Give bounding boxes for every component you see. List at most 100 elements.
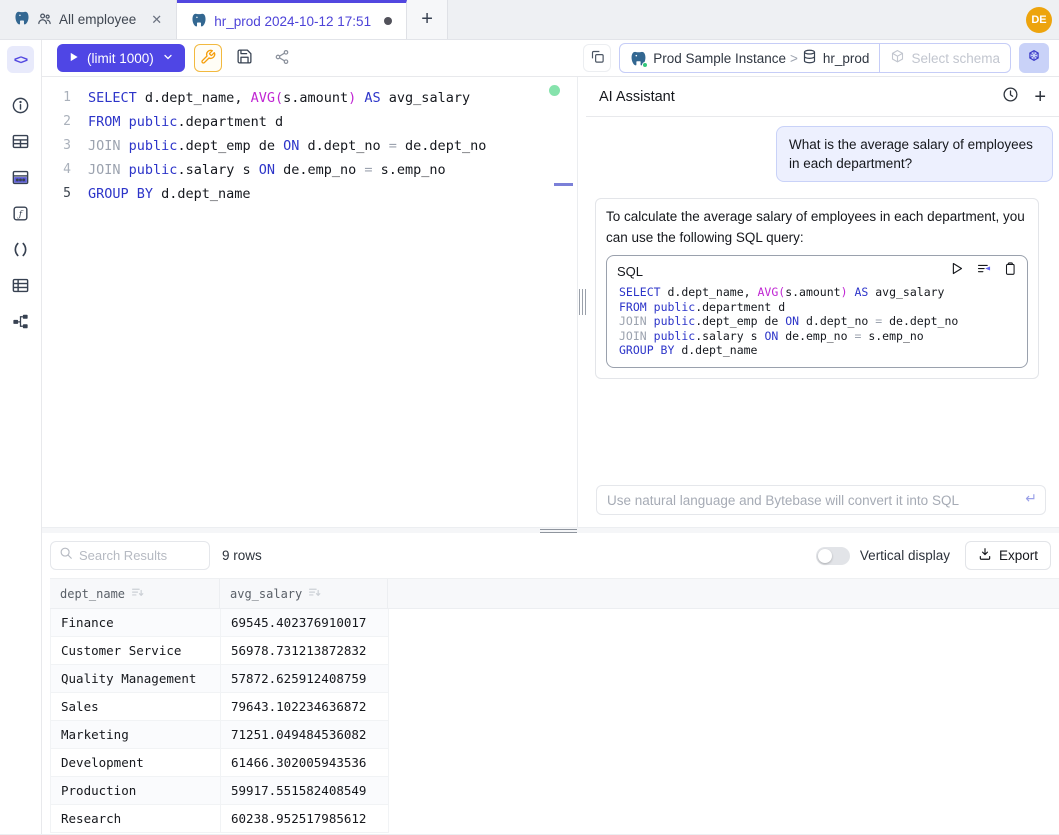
results-controls: 9 rows Vertical display Export: [42, 533, 1059, 578]
batch-query-button[interactable]: [583, 44, 611, 72]
ai-assistant-header: AI Assistant +: [586, 77, 1059, 117]
horizontal-splitter[interactable]: [42, 527, 1059, 533]
sql-editor-nav-button[interactable]: <>: [7, 46, 34, 73]
tab-hr-prod[interactable]: hr_prod 2024-10-12 17:51: [177, 0, 407, 39]
vertical-display-label: Vertical display: [860, 548, 950, 563]
new-tab-button[interactable]: +: [407, 0, 448, 39]
instance-selector[interactable]: Prod Sample Instance > hr_prod: [620, 44, 879, 72]
avg-salary-cell[interactable]: 60238.952517985612: [221, 805, 389, 832]
sample-data-icon[interactable]: [8, 164, 34, 190]
table-row[interactable]: Customer Service56978.731213872832: [51, 637, 389, 665]
save-button[interactable]: [231, 44, 259, 72]
dept-name-cell[interactable]: Research: [51, 805, 221, 832]
export-button[interactable]: Export: [965, 541, 1051, 570]
user-message: What is the average salary of employees …: [776, 126, 1053, 182]
column-header[interactable]: dept_name: [50, 579, 220, 608]
avg-salary-cell[interactable]: 57872.625912408759: [221, 665, 389, 692]
scrollbar-marker: [554, 183, 573, 186]
enter-key-icon[interactable]: ↵: [1025, 490, 1037, 507]
schema-selector[interactable]: Select schema: [880, 44, 1010, 72]
sql-editor[interactable]: 1SELECT d.dept_name, AVG(s.amount) AS av…: [42, 77, 577, 527]
tab-all-employee[interactable]: All employee ✕: [0, 0, 177, 39]
chevron-down-icon: [162, 51, 174, 66]
postgres-icon: [191, 12, 207, 31]
functions-icon[interactable]: ƒ: [8, 200, 34, 226]
table-row[interactable]: Production59917.551582408549: [51, 777, 389, 805]
copy-icon[interactable]: [1003, 261, 1017, 282]
history-clock-icon[interactable]: [1002, 86, 1019, 108]
new-chat-icon[interactable]: +: [1034, 87, 1046, 107]
results-table: dept_nameavg_salary Finance69545.4023769…: [42, 578, 1059, 834]
row-count: 9 rows: [222, 548, 262, 563]
code-line: 1SELECT d.dept_name, AVG(s.amount) AS av…: [42, 86, 577, 110]
plus-icon: +: [421, 8, 433, 31]
insert-into-editor-icon[interactable]: [975, 261, 992, 282]
export-label: Export: [999, 548, 1038, 563]
avg-salary-cell[interactable]: 61466.302005943536: [221, 749, 389, 776]
code-line: GROUP BY d.dept_name: [619, 343, 1017, 358]
avg-salary-cell[interactable]: 79643.102234636872: [221, 693, 389, 720]
sort-icon[interactable]: [308, 586, 321, 602]
postgres-icon: [14, 10, 30, 29]
unsaved-dot: [384, 17, 392, 25]
tables-icon[interactable]: [8, 128, 34, 154]
code-line: 3JOIN public.dept_emp de ON d.dept_no = …: [42, 134, 577, 158]
share-button[interactable]: [268, 44, 296, 72]
avg-salary-cell[interactable]: 59917.551582408549: [221, 777, 389, 804]
download-icon: [978, 547, 992, 564]
avg-salary-cell[interactable]: 56978.731213872832: [221, 637, 389, 664]
dept-name-cell[interactable]: Development: [51, 749, 221, 776]
dept-name-cell[interactable]: Quality Management: [51, 665, 221, 692]
connection-status-dot: [549, 85, 560, 96]
dept-name-cell[interactable]: Finance: [51, 609, 221, 636]
splitter-handle-icon: [579, 289, 586, 315]
splitter-handle-icon: [540, 529, 577, 533]
results-search-box[interactable]: [50, 541, 210, 570]
code-line: FROM public.department d: [619, 300, 1017, 315]
code-line: 2FROM public.department d: [42, 110, 577, 134]
code-line: 4JOIN public.salary s ON de.emp_no = s.e…: [42, 158, 577, 182]
dept-name-cell[interactable]: Sales: [51, 693, 221, 720]
schema-placeholder: Select schema: [911, 51, 1000, 66]
svg-text:ƒ: ƒ: [17, 209, 24, 219]
group-icon: [37, 11, 52, 29]
ai-prompt-input[interactable]: [596, 485, 1046, 515]
dept-name-cell[interactable]: Customer Service: [51, 637, 221, 664]
close-icon[interactable]: ✕: [151, 12, 162, 28]
assistant-message: To calculate the average salary of emplo…: [595, 198, 1039, 378]
sort-icon[interactable]: [131, 586, 144, 602]
postgres-icon: [630, 50, 647, 67]
table-row[interactable]: Marketing71251.049484536082: [51, 721, 389, 749]
info-icon[interactable]: [8, 92, 34, 118]
schema-diagram-icon[interactable]: [8, 308, 34, 334]
run-sql-icon[interactable]: [949, 261, 964, 282]
connection-context: Prod Sample Instance > hr_prod Select sc…: [619, 43, 1011, 73]
avatar[interactable]: DE: [1026, 7, 1052, 33]
format-sql-button[interactable]: [194, 44, 222, 72]
dept-name-cell[interactable]: Production: [51, 777, 221, 804]
avg-salary-cell[interactable]: 69545.402376910017: [221, 609, 389, 636]
line-number: 3: [42, 134, 88, 158]
batch-query-icon: [590, 49, 605, 67]
toggle-knob: [818, 549, 832, 563]
search-input[interactable]: [79, 548, 189, 563]
editor-toolbar: (limit 1000) Prod Sample Instance > h: [42, 40, 1059, 77]
ai-assistant-button[interactable]: [1019, 43, 1049, 73]
avg-salary-cell[interactable]: 71251.049484536082: [221, 721, 389, 748]
openai-icon: [1025, 48, 1043, 69]
table-row[interactable]: Finance69545.402376910017: [51, 609, 389, 637]
line-number: 2: [42, 110, 88, 134]
vertical-display-toggle[interactable]: [816, 547, 850, 565]
table-row[interactable]: Development61466.302005943536: [51, 749, 389, 777]
views-icon[interactable]: [8, 272, 34, 298]
table-row[interactable]: Sales79643.102234636872: [51, 693, 389, 721]
column-header[interactable]: avg_salary: [220, 579, 388, 608]
vertical-splitter[interactable]: [577, 77, 586, 527]
run-query-button[interactable]: (limit 1000): [57, 44, 185, 72]
table-row[interactable]: Quality Management57872.625912408759: [51, 665, 389, 693]
procedures-icon[interactable]: [8, 236, 34, 262]
floppy-icon: [236, 48, 253, 68]
dept-name-cell[interactable]: Marketing: [51, 721, 221, 748]
tabbar-spacer: [448, 0, 1026, 39]
table-row[interactable]: Research60238.952517985612: [51, 805, 389, 833]
